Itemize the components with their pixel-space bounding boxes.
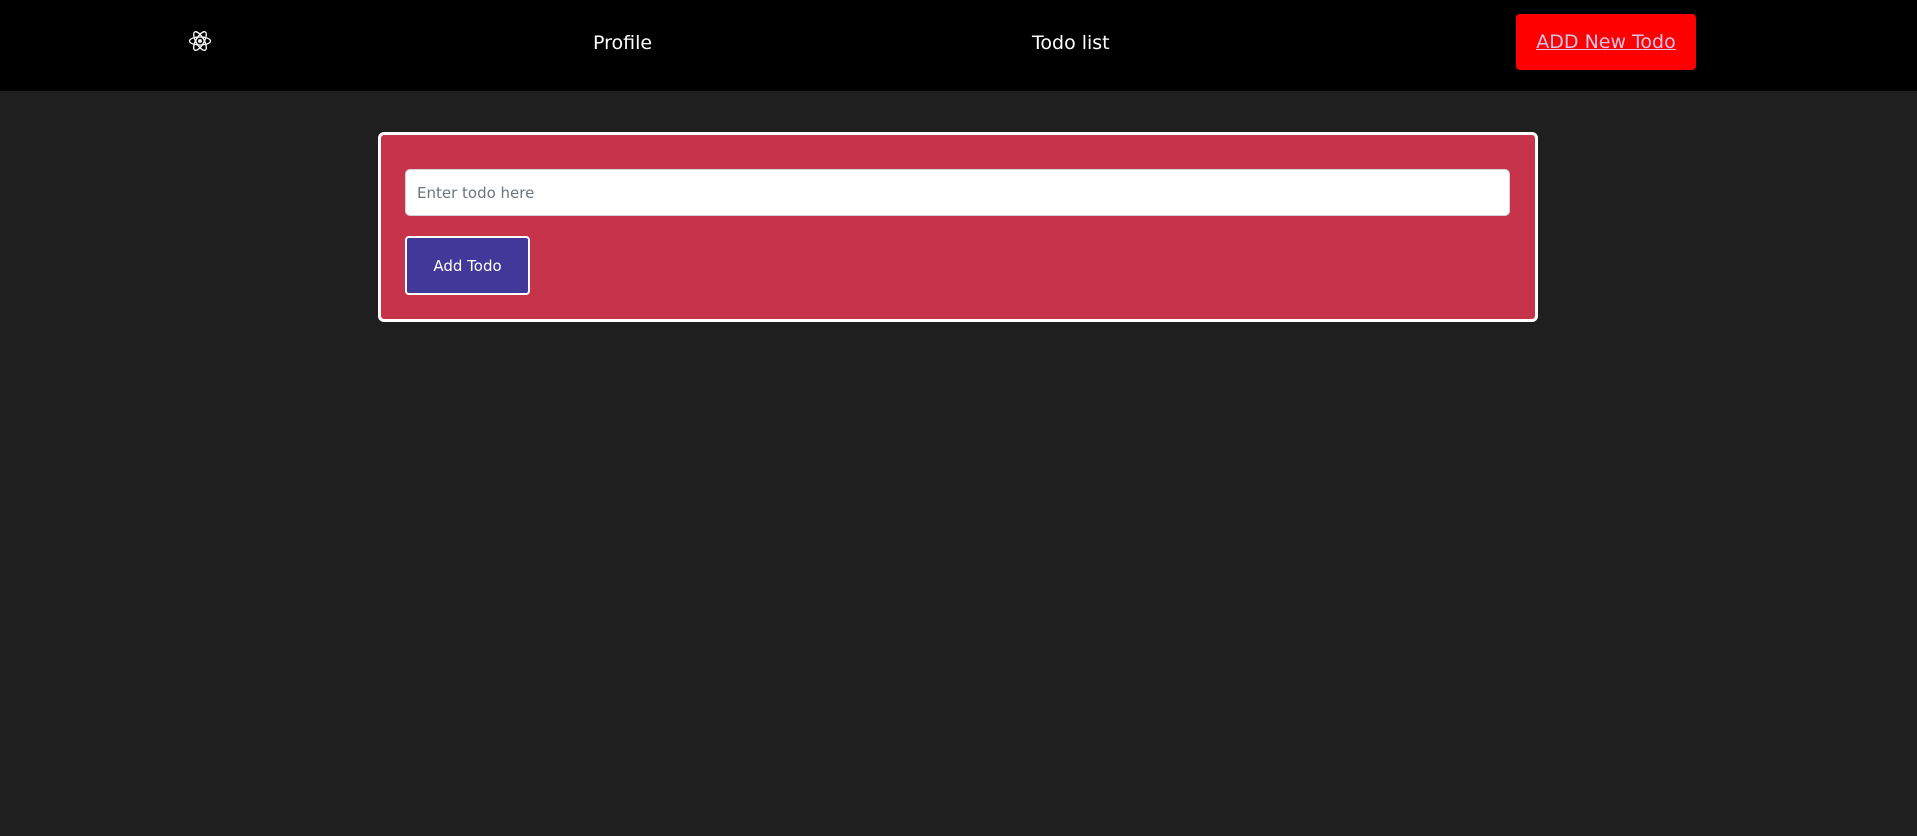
add-new-todo-button[interactable]: ADD New Todo — [1516, 14, 1696, 70]
navbar: Profile Todo list ADD New Todo — [0, 0, 1917, 91]
react-atom-icon[interactable] — [188, 29, 212, 53]
add-todo-button[interactable]: Add Todo — [405, 236, 530, 295]
nav-link-todo-list[interactable]: Todo list — [1032, 31, 1110, 55]
todo-form-card: Add Todo — [378, 132, 1538, 322]
todo-input[interactable] — [405, 169, 1510, 216]
add-new-todo-link[interactable]: ADD New Todo — [1536, 31, 1675, 53]
nav-link-profile[interactable]: Profile — [593, 31, 652, 55]
